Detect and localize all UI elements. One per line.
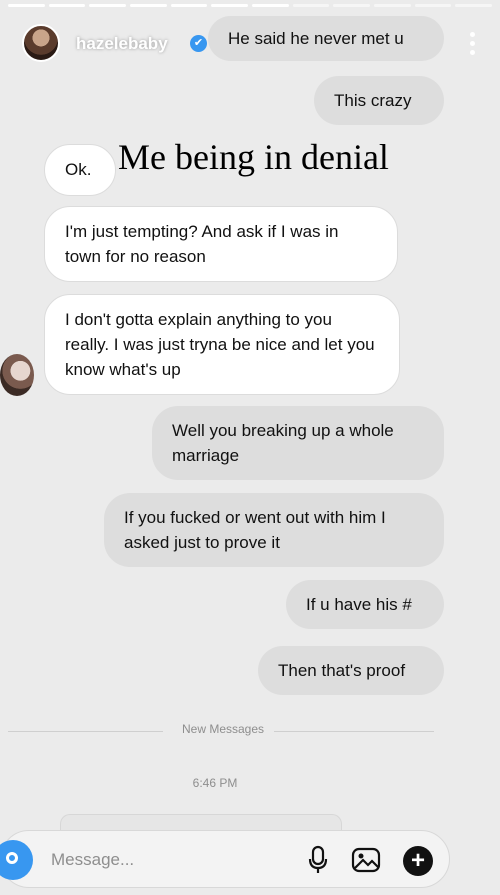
- progress-segment: [8, 4, 45, 7]
- progress-segment: [130, 4, 167, 7]
- progress-segment: [89, 4, 127, 7]
- message-timestamp: 6:46 PM: [192, 776, 238, 790]
- message-bubble: Well you breaking up a whole marriage: [152, 406, 444, 480]
- message-bubble: Ok.: [44, 144, 116, 196]
- message-composer: +: [0, 830, 450, 888]
- microphone-icon[interactable]: [307, 845, 329, 875]
- progress-segment: [211, 4, 249, 7]
- divider-label: New Messages: [181, 722, 265, 736]
- new-messages-divider: New Messages: [8, 722, 450, 740]
- progress-segment: [333, 4, 371, 7]
- progress-segment: [292, 4, 330, 7]
- divider-line: [274, 731, 434, 732]
- divider-line: [8, 731, 163, 732]
- progress-segment: [414, 4, 452, 7]
- progress-segment: [170, 4, 208, 7]
- story-avatar[interactable]: [22, 24, 60, 62]
- progress-segment: [252, 4, 289, 7]
- message-bubble: I don't gotta explain anything to you re…: [44, 294, 400, 395]
- message-bubble: Then that's proof: [258, 646, 444, 695]
- camera-icon[interactable]: [0, 840, 33, 880]
- message-bubble: He said he never met u: [208, 16, 444, 61]
- message-input[interactable]: [49, 845, 273, 875]
- message-bubble: If you fucked or went out with him I ask…: [104, 493, 444, 567]
- progress-segment: [48, 4, 86, 7]
- story-progress: [8, 4, 493, 7]
- message-bubble: If u have his #: [286, 580, 444, 629]
- message-bubble: This crazy: [314, 76, 444, 125]
- sender-avatar: [0, 354, 34, 396]
- verified-icon: ✔: [190, 35, 207, 52]
- gallery-icon[interactable]: [351, 847, 381, 873]
- progress-segment: [455, 4, 493, 7]
- progress-segment: [374, 4, 411, 7]
- more-icon[interactable]: [470, 32, 476, 58]
- plus-icon[interactable]: +: [403, 846, 433, 876]
- story-caption: Me being in denial: [118, 137, 389, 177]
- story-username[interactable]: hazelebaby: [76, 34, 168, 54]
- message-bubble: I'm just tempting? And ask if I was in t…: [44, 206, 398, 282]
